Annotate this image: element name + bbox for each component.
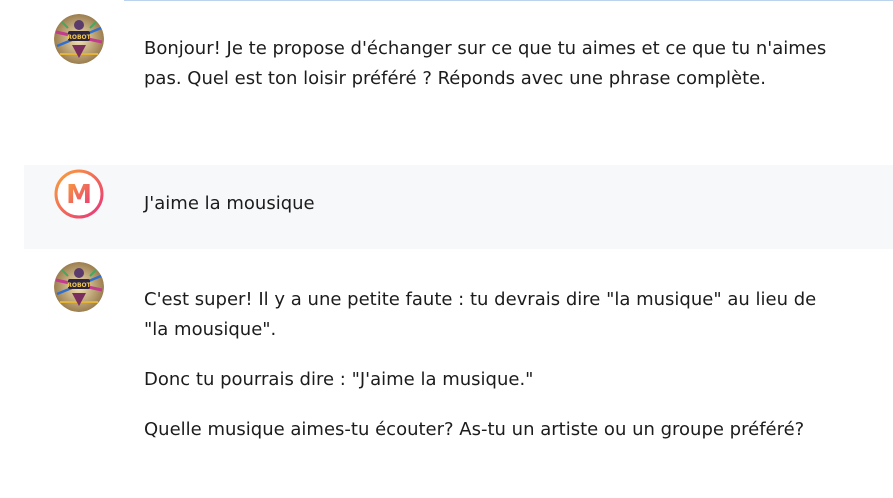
message-paragraph: Bonjour! Je te propose d'échanger sur ce… <box>144 38 827 89</box>
message-assistant: ROBOT C'est super! Il y a une petite fau… <box>24 249 893 498</box>
message-user: M J'aime la mousique <box>24 165 893 249</box>
message-paragraph: C'est super! Il y a une petite faute : t… <box>144 289 817 340</box>
message-text: C'est super! Il y a une petite faute : t… <box>144 285 834 445</box>
svg-text:ROBOT: ROBOT <box>67 34 91 41</box>
user-m-logo-icon: M <box>54 169 104 219</box>
robot-character-icon: ROBOT <box>54 262 104 312</box>
robot-character-icon: ROBOT <box>54 14 104 64</box>
message-paragraph: Donc tu pourrais dire : "J'aime la musiq… <box>144 369 534 390</box>
message-text: Bonjour! Je te propose d'échanger sur ce… <box>144 34 834 94</box>
message-paragraph: J'aime la mousique <box>144 193 315 214</box>
message-text: J'aime la mousique <box>144 189 834 219</box>
svg-text:ROBOT: ROBOT <box>67 282 91 289</box>
chat-conversation: ROBOT Bonjour! Je te propose d'échanger … <box>0 0 893 498</box>
message-paragraph: Quelle musique aimes-tu écouter? As-tu u… <box>144 419 805 440</box>
svg-text:M: M <box>66 180 92 210</box>
message-assistant: ROBOT Bonjour! Je te propose d'échanger … <box>24 1 893 149</box>
